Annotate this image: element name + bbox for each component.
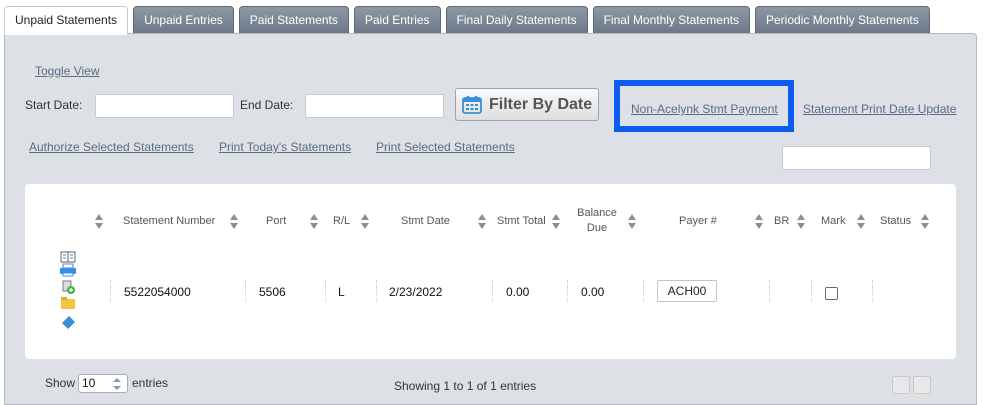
header-stmt-date[interactable]: Stmt Date — [401, 214, 450, 229]
sort-icon[interactable] — [361, 214, 369, 230]
print-selected-statements-link[interactable]: Print Selected Statements — [376, 140, 515, 154]
header-payer[interactable]: Payer # — [679, 214, 717, 229]
column-divider — [110, 280, 111, 302]
filter-by-date-label: Filter By Date — [489, 95, 593, 113]
tab-bar: Unpaid Statements Unpaid Entries Paid St… — [4, 6, 935, 35]
page-size-value: 10 — [82, 376, 96, 390]
column-divider — [325, 280, 326, 302]
header-statement-number[interactable]: Statement Number — [123, 214, 215, 229]
cell-port: 5506 — [259, 285, 286, 299]
header-mark[interactable]: Mark — [821, 214, 845, 229]
cell-stmt-total: 0.00 — [506, 285, 530, 299]
tab-final-daily-statements[interactable]: Final Daily Statements — [445, 6, 588, 33]
tab-unpaid-statements[interactable]: Unpaid Statements — [4, 6, 129, 35]
row-action-icons — [60, 251, 76, 329]
calendar-icon — [462, 95, 482, 114]
entries-label: entries — [132, 376, 169, 390]
header-balance-due[interactable]: Balance Due — [574, 206, 620, 236]
add-payment-icon[interactable] — [62, 280, 75, 294]
sort-icon[interactable] — [857, 214, 865, 230]
sort-icon[interactable] — [478, 214, 486, 230]
page-size-select[interactable]: 10 — [78, 374, 128, 393]
start-date-input[interactable] — [95, 94, 234, 118]
cell-stmt-date: 2/23/2022 — [389, 285, 443, 299]
column-divider — [567, 280, 568, 302]
header-port[interactable]: Port — [266, 214, 286, 229]
sort-icon[interactable] — [628, 214, 636, 230]
toggle-view-link[interactable]: Toggle View — [35, 64, 100, 78]
end-date-label: End Date: — [240, 98, 294, 112]
search-input[interactable] — [782, 146, 931, 170]
end-date-input[interactable] — [305, 94, 444, 118]
sort-icon[interactable] — [552, 214, 560, 230]
sort-icon[interactable] — [310, 214, 318, 230]
tab-periodic-monthly-statements[interactable]: Periodic Monthly Statements — [755, 6, 930, 33]
tab-final-monthly-statements[interactable]: Final Monthly Statements — [592, 6, 750, 33]
filter-by-date-button[interactable]: Filter By Date — [455, 88, 599, 121]
tab-paid-statements[interactable]: Paid Statements — [238, 6, 349, 33]
statement-print-date-update-link[interactable]: Statement Print Date Update — [803, 102, 956, 116]
header-rl[interactable]: R/L — [333, 214, 350, 229]
payer-input[interactable]: ACH00 — [657, 280, 717, 302]
sort-icon[interactable] — [797, 214, 805, 230]
statements-table — [25, 184, 956, 359]
sort-icon[interactable] — [755, 214, 763, 230]
tab-paid-entries[interactable]: Paid Entries — [353, 6, 441, 33]
authorize-selected-statements-link[interactable]: Authorize Selected Statements — [29, 140, 194, 154]
sort-icon[interactable] — [95, 214, 103, 230]
column-divider — [769, 280, 770, 302]
tab-unpaid-entries[interactable]: Unpaid Entries — [133, 6, 234, 33]
showing-info: Showing 1 to 1 of 1 entries — [394, 379, 537, 393]
column-divider — [245, 280, 246, 302]
mark-checkbox[interactable] — [825, 287, 838, 300]
header-br[interactable]: BR — [774, 214, 789, 229]
column-divider — [811, 280, 812, 302]
print-icon[interactable] — [60, 263, 76, 277]
sort-icon[interactable] — [921, 214, 929, 230]
previous-page-button[interactable] — [892, 376, 910, 394]
cell-balance-due: 0.00 — [581, 285, 605, 299]
header-status[interactable]: Status — [880, 214, 911, 229]
view-details-icon[interactable] — [60, 251, 76, 263]
next-page-button[interactable] — [913, 376, 931, 394]
eraser-icon[interactable] — [62, 316, 75, 329]
non-acelynk-stmt-payment-link[interactable]: Non-Acelynk Stmt Payment — [631, 102, 778, 116]
sort-icon[interactable] — [230, 214, 238, 230]
print-todays-statements-link[interactable]: Print Today's Statements — [219, 140, 351, 154]
cell-statement-number: 5522054000 — [124, 285, 191, 299]
show-label: Show — [45, 376, 76, 390]
spinner-arrows-icon — [113, 378, 121, 390]
folder-icon[interactable] — [61, 297, 75, 309]
start-date-label: Start Date: — [25, 98, 83, 112]
column-divider — [643, 280, 644, 302]
cell-rl: L — [338, 285, 345, 299]
column-divider — [492, 280, 493, 302]
header-stmt-total[interactable]: Stmt Total — [497, 214, 546, 229]
column-divider — [376, 280, 377, 302]
column-divider — [872, 280, 873, 302]
